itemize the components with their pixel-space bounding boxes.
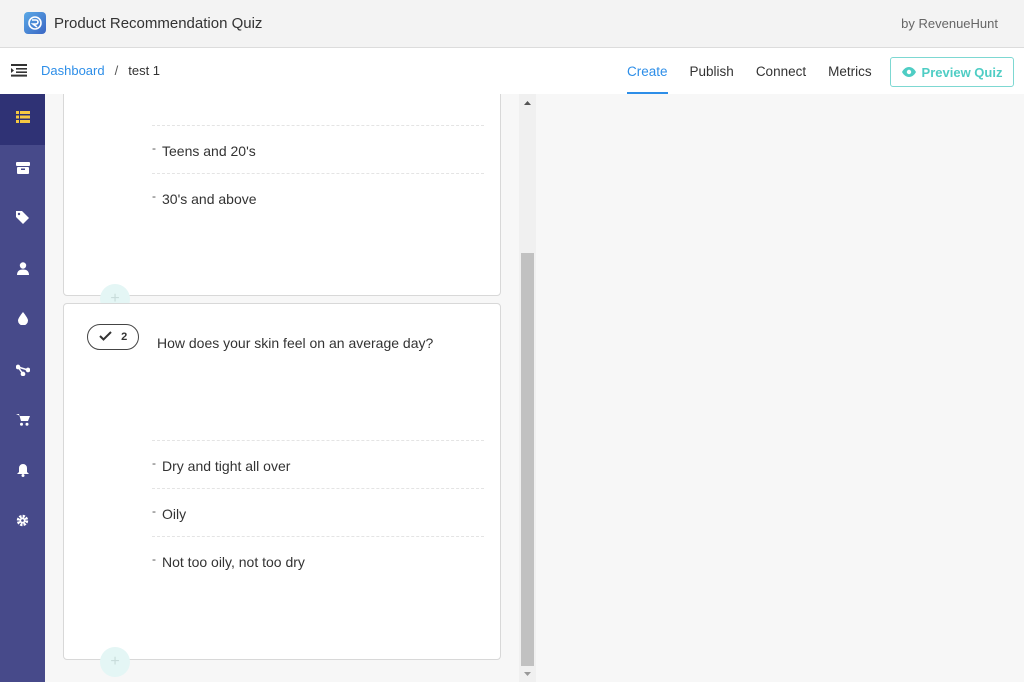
sidebar	[0, 94, 45, 682]
answer-bullet: -	[152, 141, 156, 155]
question-card[interactable]: 2 How does your skin feel on an average …	[63, 303, 501, 660]
preview-quiz-label: Preview Quiz	[921, 64, 1003, 80]
scrollbar-thumb[interactable]	[521, 253, 534, 666]
answer-bullet: -	[152, 504, 156, 518]
sidebar-item-tags[interactable]	[0, 195, 45, 246]
breadcrumb-current: test 1	[128, 63, 161, 78]
plus-icon: +	[110, 653, 120, 670]
drop-icon	[17, 312, 28, 330]
preview-quiz-button[interactable]: Preview Quiz	[890, 57, 1014, 87]
question-number: 2	[121, 331, 128, 343]
menu-toggle-icon[interactable]	[11, 62, 27, 78]
tab-publish[interactable]: Publish	[690, 48, 734, 94]
sidebar-item-products[interactable]	[0, 145, 45, 196]
question-card[interactable]: - Teens and 20's - 30's and above	[63, 94, 501, 296]
sidebar-item-notifications[interactable]	[0, 448, 45, 499]
app-author: by RevenueHunt	[901, 16, 998, 31]
sidebar-item-customers[interactable]	[0, 246, 45, 297]
question-number-badge[interactable]: 2	[87, 324, 139, 350]
canvas-scrollbar[interactable]	[519, 94, 536, 682]
check-icon	[99, 328, 112, 346]
tag-icon	[16, 211, 29, 229]
sidebar-item-questions[interactable]	[0, 94, 45, 145]
top-nav: Dashboard / test 1 Create Publish Connec…	[0, 48, 1024, 94]
bell-icon	[16, 463, 29, 482]
app-logo	[24, 12, 46, 34]
answer-row[interactable]: - Teens and 20's	[152, 125, 484, 173]
sidebar-item-settings[interactable]	[0, 498, 45, 549]
quiz-canvas: - Teens and 20's - 30's and above + 2 Ho…	[45, 94, 519, 682]
sidebar-item-integrations[interactable]	[0, 347, 45, 398]
answer-row[interactable]: - Oily	[152, 488, 484, 536]
scroll-up-arrow-icon[interactable]	[519, 94, 536, 111]
tab-create[interactable]: Create	[627, 48, 668, 94]
eye-icon	[901, 65, 916, 80]
box-icon	[15, 161, 30, 179]
breadcrumb-dashboard-link[interactable]: Dashboard	[41, 63, 105, 78]
answer-bullet: -	[152, 189, 156, 203]
answer-text: Teens and 20's	[162, 143, 256, 159]
answer-row[interactable]: - Not too oily, not too dry	[152, 536, 484, 584]
breadcrumb: Dashboard / test 1	[41, 63, 160, 78]
cart-icon	[15, 413, 30, 431]
user-icon	[16, 262, 29, 280]
answer-row[interactable]: - Dry and tight all over	[152, 440, 484, 488]
sidebar-item-store[interactable]	[0, 397, 45, 448]
tab-metrics[interactable]: Metrics	[828, 48, 872, 94]
answer-text: Oily	[162, 506, 187, 522]
main-tabs: Create Publish Connect Metrics	[627, 48, 894, 94]
answer-text: 30's and above	[162, 191, 257, 207]
tab-connect[interactable]: Connect	[756, 48, 806, 94]
app-header: Product Recommendation Quiz by RevenueHu…	[0, 0, 1024, 48]
branch-icon	[15, 363, 30, 381]
question-text[interactable]: How does your skin feel on an average da…	[157, 335, 433, 351]
answer-text: Not too oily, not too dry	[162, 554, 305, 570]
answer-text: Dry and tight all over	[162, 458, 291, 474]
breadcrumb-separator: /	[114, 63, 119, 78]
answer-row[interactable]: - 30's and above	[152, 173, 484, 221]
preview-panel	[536, 94, 1024, 682]
gear-icon	[16, 514, 29, 532]
list-icon	[15, 110, 30, 128]
scroll-down-arrow-icon[interactable]	[519, 665, 536, 682]
sidebar-item-design[interactable]	[0, 296, 45, 347]
answer-bullet: -	[152, 552, 156, 566]
app-title: Product Recommendation Quiz	[54, 15, 263, 32]
add-question-button[interactable]: +	[100, 647, 130, 677]
answer-bullet: -	[152, 456, 156, 470]
